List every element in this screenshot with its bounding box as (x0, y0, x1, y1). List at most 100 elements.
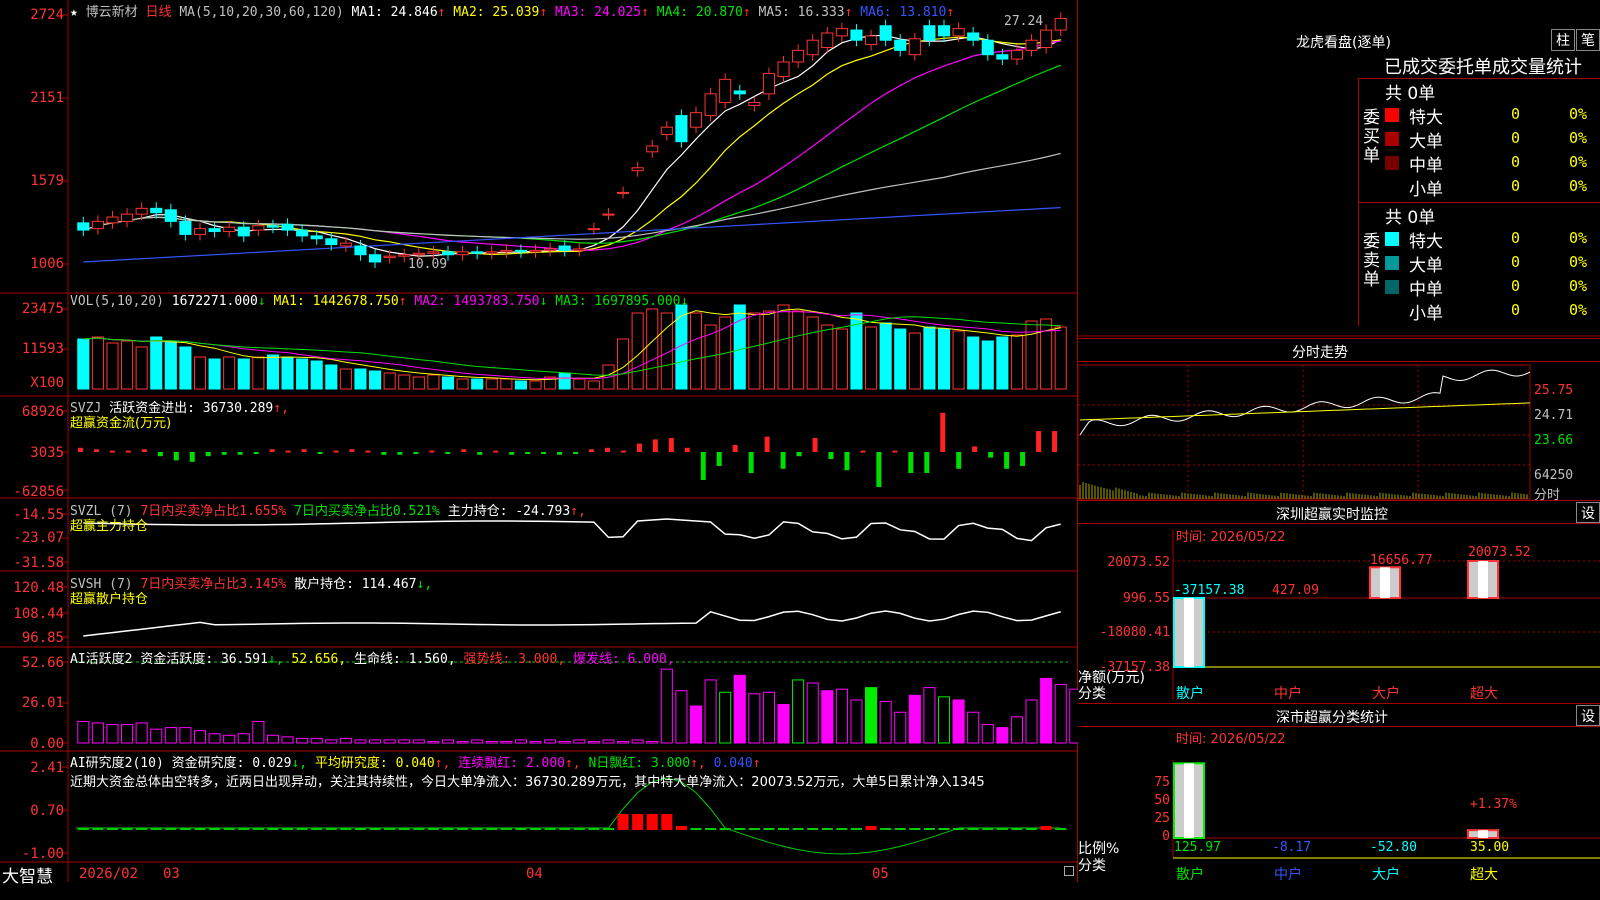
candle-body (762, 73, 775, 95)
volume-bar (266, 354, 279, 390)
candle-body (441, 251, 455, 256)
chart-canvas[interactable] (0, 0, 1078, 882)
ai1-activity-bar (514, 739, 527, 744)
candle-body (1040, 29, 1053, 48)
ai1-activity-bar (1010, 716, 1023, 744)
ai1-t1: 资金活跃度: (140, 652, 214, 667)
fund-flow-bar (812, 438, 818, 452)
fund-flow-bar (269, 449, 275, 452)
ai2-research-bar (1011, 828, 1023, 830)
main-chart-area[interactable]: ★ 博云新材 日线 MA(5,10,20,30,60,120) MA1: 24.… (0, 0, 1078, 887)
ai2-research-bar (909, 828, 921, 830)
fund-flow-bar (1020, 452, 1026, 466)
ai2-t3: 连续飘红: (458, 756, 519, 771)
x-axis-label: 04 (526, 866, 543, 882)
ai1-activity-bar (456, 740, 469, 744)
lock-icon[interactable] (1064, 866, 1074, 876)
ai1-legend: AI活跃度2 资金活跃度: 36.591↓, 52.656, 生命线: 1.56… (70, 648, 675, 667)
svzl-t2: 7日内买卖净占比0.521% (294, 504, 440, 519)
fund-flow-bar (988, 452, 994, 458)
ai2-research-bar (165, 828, 177, 830)
ai1-activity-bar (135, 722, 148, 744)
fund-flow-bar (317, 452, 323, 454)
ai2-research-bar (982, 828, 994, 830)
fund-flow-bar (509, 452, 515, 455)
ai2-research-bar (602, 828, 615, 830)
volume-bar (310, 360, 323, 390)
fund-flow-bar (780, 452, 786, 469)
ai1-axis-label: 52.66 (21, 655, 64, 671)
candle-body (266, 225, 279, 228)
candle-body (135, 207, 148, 215)
fund-flow-bar (93, 449, 99, 452)
svzj-axis-label: 68926 (21, 404, 64, 420)
ai1-activity-bar (1054, 684, 1067, 744)
ai2-research-bar (748, 828, 760, 830)
high-marker: 27.24 (1004, 14, 1043, 29)
ai2-label: AI研究度2(10) (70, 756, 164, 771)
volume-bar (398, 374, 411, 390)
candle-body (719, 78, 732, 104)
vol-ma-legend-item: MA1: 1442678.750 (273, 294, 399, 309)
fund-flow-bar (940, 412, 946, 452)
volume-bar (996, 336, 1009, 390)
ai2-research-bar (836, 828, 848, 830)
fund-flow-bar (716, 452, 722, 466)
ai1-activity-bar (296, 737, 309, 744)
ai2-research-bar (369, 828, 381, 830)
ai2-research-bar (281, 828, 294, 830)
ai2-research-bar (777, 828, 790, 830)
candle-body (908, 38, 921, 56)
candle-body (675, 115, 688, 143)
fund-flow-bar (557, 452, 563, 455)
ai1-activity-bar (952, 699, 965, 744)
szc-bar-highlight (1184, 763, 1194, 838)
candle-body (733, 90, 746, 95)
ai1-activity-bar (675, 690, 688, 744)
ai2-research-bar (500, 828, 512, 830)
volume-bar (1010, 334, 1023, 390)
ai1-activity-bar (91, 722, 104, 744)
volume-bar (456, 378, 469, 390)
fund-flow-bar (860, 450, 866, 453)
volume-bar (500, 378, 513, 390)
sz-bar-highlight (1380, 567, 1390, 598)
ai2-research-bar (311, 828, 323, 830)
ai2-research-bar (705, 828, 717, 830)
ai2-research-bar (384, 828, 396, 830)
volume-bar (748, 312, 761, 390)
ai1-t4: 强势线: (463, 652, 511, 667)
ai1-activity-bar (441, 739, 455, 744)
volume-bar (908, 332, 921, 390)
fund-flow-bar (844, 452, 850, 471)
ai2-research-bar (661, 814, 673, 830)
fund-flow-bar (301, 449, 307, 452)
volume-bar (1025, 320, 1038, 390)
ai2-research-bar (763, 828, 775, 830)
fund-flow-bar (924, 452, 930, 473)
fund-flow-bar (876, 452, 882, 487)
volume-bar (296, 358, 309, 390)
volume-bar (412, 376, 425, 390)
candle-body (952, 28, 965, 37)
candle-body (77, 222, 90, 231)
ai2-research-bar (121, 828, 133, 830)
ai1-activity-bar (1069, 688, 1078, 744)
candle-body (1025, 39, 1038, 51)
ai1-activity-bar (529, 740, 542, 744)
ai2-research-bar (354, 828, 367, 830)
ai2-research-bar (92, 828, 104, 830)
candle-body (850, 29, 863, 41)
ai2-research-bar (179, 828, 191, 830)
ma-line (83, 36, 1061, 256)
ai2-v5: 0.040 (713, 756, 753, 771)
retail-holding-line (83, 610, 1061, 637)
ai1-activity-bar (660, 668, 673, 744)
sz-bar-highlight (1478, 561, 1488, 598)
ai1-activity-bar (150, 728, 163, 744)
fund-flow-bar (333, 450, 339, 453)
ai2-research-bar (675, 826, 687, 830)
volume-bar (121, 340, 134, 390)
volume-bar (150, 336, 163, 390)
ai1-activity-bar (471, 739, 484, 744)
